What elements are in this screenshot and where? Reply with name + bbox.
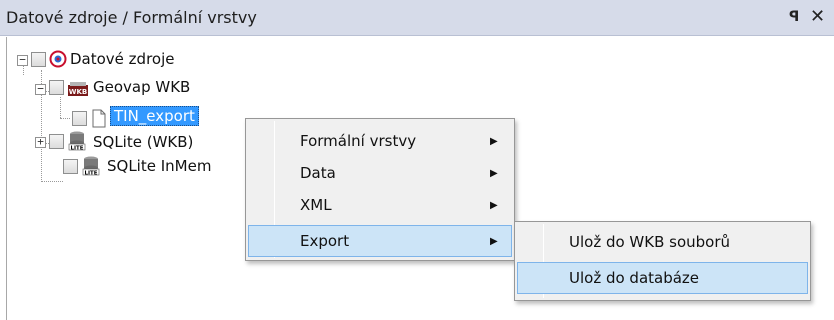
tree-item-checkbox[interactable]	[49, 134, 64, 149]
menu-item-label: XML	[300, 196, 332, 214]
panel-titlebar: Datové zdroje / Formální vrstvy ꟼ ✕	[0, 0, 834, 36]
datasource-root-icon	[49, 50, 67, 68]
tree-item-checkbox[interactable]	[72, 111, 87, 126]
expand-toggle[interactable]: +	[35, 136, 46, 148]
export-submenu: Ulož do WKB souborů Ulož do databáze	[514, 221, 811, 301]
svg-text:LITE: LITE	[84, 171, 97, 177]
collapse-toggle[interactable]: −	[35, 83, 46, 95]
submenu-arrow-icon: ▶	[490, 135, 498, 147]
menu-item-export[interactable]: Export ▶	[248, 225, 512, 257]
tree-item-label[interactable]: SQLite InMem	[107, 157, 211, 175]
datasources-panel: Datové zdroje / Formální vrstvy ꟼ ✕ − Da…	[0, 0, 834, 320]
root-checkbox[interactable]	[31, 52, 46, 67]
tree-line	[60, 118, 70, 119]
menu-item-label: Formální vrstvy	[300, 132, 417, 150]
wkb-database-icon: WKB	[68, 80, 88, 98]
svg-text:WKB: WKB	[69, 88, 87, 96]
tree-item-checkbox[interactable]	[49, 80, 64, 95]
menu-item-label: Ulož do WKB souborů	[569, 233, 731, 251]
menu-item-formal-layers[interactable]: Formální vrstvy ▶	[248, 125, 512, 157]
panel-title: Datové zdroje / Formální vrstvy	[6, 8, 257, 27]
menu-item-save-to-wkb-files[interactable]: Ulož do WKB souborů	[517, 226, 808, 258]
pin-icon[interactable]: ꟼ	[789, 9, 799, 25]
close-icon[interactable]: ✕	[810, 6, 825, 27]
menu-item-save-to-database[interactable]: Ulož do databáze	[517, 262, 808, 294]
menu-item-data[interactable]: Data ▶	[248, 157, 512, 189]
menu-item-label: Data	[300, 164, 336, 182]
sqlite-database-icon: LITE	[68, 131, 86, 152]
collapse-toggle[interactable]: −	[17, 54, 28, 66]
submenu-arrow-icon: ▶	[490, 167, 498, 179]
sqlite-database-icon: LITE	[82, 156, 100, 177]
document-icon	[91, 109, 109, 128]
tree-item-label-selected[interactable]: TIN_export	[110, 106, 199, 126]
menu-item-xml[interactable]: XML ▶	[248, 189, 512, 221]
tree-item-checkbox[interactable]	[63, 159, 78, 174]
menu-item-label: Ulož do databáze	[569, 269, 700, 287]
tree-item-label[interactable]: Datové zdroje	[70, 50, 174, 68]
menu-item-label: Export	[300, 232, 350, 250]
svg-text:LITE: LITE	[70, 146, 83, 152]
tree-line	[60, 97, 61, 118]
context-menu: Formální vrstvy ▶ Data ▶ XML ▶ Export ▶	[245, 118, 515, 261]
submenu-arrow-icon: ▶	[490, 199, 498, 211]
tree-line	[41, 181, 63, 182]
tree-item-label[interactable]: SQLite (WKB)	[93, 133, 193, 151]
tree-item-label[interactable]: Geovap WKB	[93, 78, 190, 96]
submenu-arrow-icon: ▶	[490, 235, 498, 247]
